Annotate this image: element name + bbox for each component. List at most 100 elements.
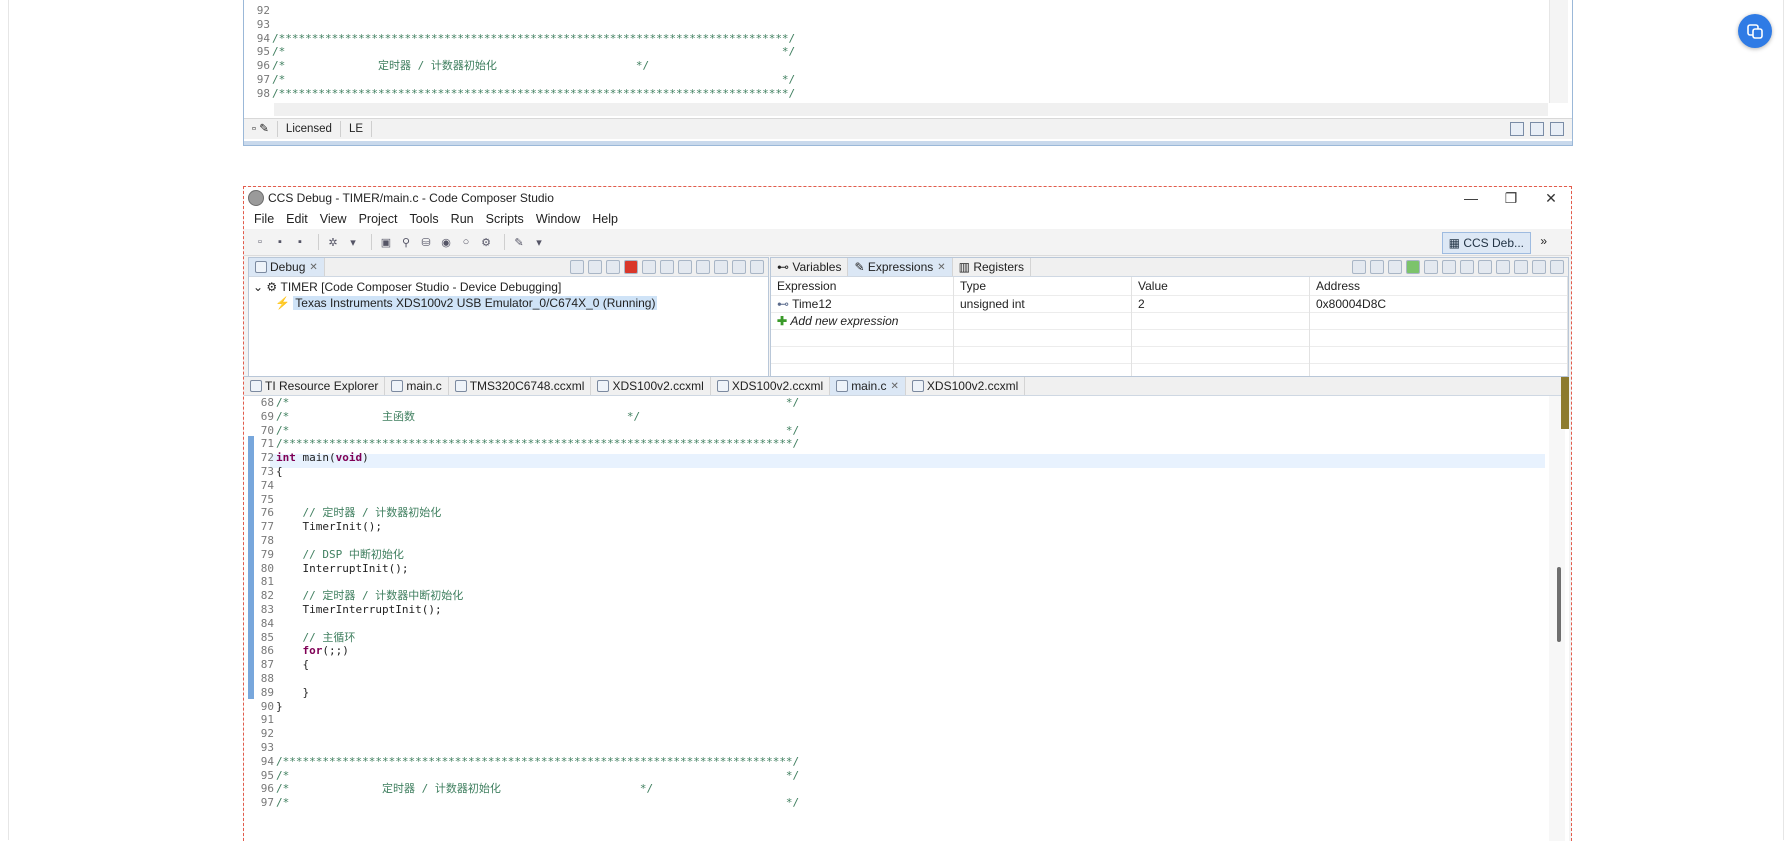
add-icon[interactable] (1406, 260, 1420, 274)
code-line[interactable]: 69/* 主函数 */ (252, 410, 799, 424)
code-line[interactable]: 75 (252, 493, 799, 507)
menu-help[interactable]: Help (586, 212, 624, 226)
code-line[interactable]: 94/*************************************… (252, 755, 799, 769)
code-line[interactable]: 85 // 主循环 (252, 631, 799, 645)
floating-translate-button[interactable] (1738, 14, 1772, 48)
minimize-button[interactable]: — (1451, 187, 1491, 209)
previous-code-area[interactable]: 92 93 94/*********************************… (248, 4, 795, 101)
breakpoint-icon[interactable]: ◉ (438, 234, 454, 250)
code-line[interactable]: 95/* */ (248, 45, 795, 59)
code-line[interactable]: 82 // 定时器 / 计数器中断初始化 (252, 589, 799, 603)
tab-expressions[interactable]: ✎ Expressions ✕ (848, 258, 953, 276)
suspend-icon[interactable] (606, 260, 620, 274)
code-line[interactable]: 97/* */ (248, 73, 795, 87)
import-icon[interactable] (1478, 260, 1492, 274)
column-address[interactable]: Address (1309, 277, 1568, 296)
code-line[interactable]: 70/* */ (252, 424, 799, 438)
column-type[interactable]: Type (953, 277, 1132, 296)
status-monitor-icon[interactable] (1530, 122, 1544, 136)
table-row-add[interactable]: ✚ Add new expression (771, 312, 1568, 330)
perspective-ccs-debug[interactable]: ▦ CCS Deb... (1441, 232, 1531, 254)
pin-icon[interactable]: ✎ (511, 234, 527, 250)
resume-icon[interactable] (588, 260, 602, 274)
tab-registers[interactable]: ▥ Registers (953, 258, 1031, 276)
tab-debug[interactable]: Debug ✕ (249, 258, 325, 276)
code-line[interactable]: 92 (252, 727, 799, 741)
refresh-icon[interactable] (1460, 260, 1474, 274)
export-icon[interactable] (1496, 260, 1510, 274)
new-icon[interactable]: ▫ (252, 234, 268, 250)
menu-scripts[interactable]: Scripts (480, 212, 530, 226)
maximize-view-icon[interactable] (750, 260, 764, 274)
code-line[interactable]: 84 (252, 617, 799, 631)
tab-main-c[interactable]: main.c (385, 377, 449, 395)
view-menu-icon[interactable] (714, 260, 728, 274)
scrollbar-thumb[interactable] (1557, 567, 1561, 642)
menu-edit[interactable]: Edit (280, 212, 314, 226)
code-line[interactable]: 89 } (252, 686, 799, 700)
code-line[interactable]: 76 // 定时器 / 计数器初始化 (252, 506, 799, 520)
collapse-icon[interactable] (1352, 260, 1366, 274)
code-line[interactable]: 77 TimerInit(); (252, 520, 799, 534)
tab-variables[interactable]: ⊷ Variables (771, 258, 849, 276)
link-icon[interactable]: ⚲ (398, 234, 414, 250)
code-line[interactable]: 88 (252, 672, 799, 686)
code-line[interactable]: 91 (252, 713, 799, 727)
code-line[interactable]: 87 { (252, 658, 799, 672)
menu-window[interactable]: Window (530, 212, 586, 226)
debug-icon[interactable]: ✲ (325, 234, 341, 250)
save-all-icon[interactable]: ▪ (292, 234, 308, 250)
menu-run[interactable]: Run (445, 212, 480, 226)
restart-icon[interactable] (696, 260, 710, 274)
menu-file[interactable]: File (248, 212, 280, 226)
save-icon[interactable]: ▪ (272, 234, 288, 250)
code-line[interactable]: 78 (252, 534, 799, 548)
column-value[interactable]: Value (1131, 277, 1310, 296)
remove-icon[interactable] (1424, 260, 1438, 274)
step-into-icon[interactable] (642, 260, 656, 274)
maximize-view-icon[interactable] (1550, 260, 1564, 274)
code-line[interactable]: 73{ (252, 465, 799, 479)
menu-project[interactable]: Project (353, 212, 404, 226)
code-line[interactable]: 74 (252, 479, 799, 493)
dropdown-icon[interactable]: ▾ (531, 234, 547, 250)
dropdown-icon[interactable]: ▾ (345, 234, 361, 250)
close-button[interactable]: ✕ (1531, 187, 1571, 209)
code-line[interactable]: 92 (248, 4, 795, 18)
disable-breakpoint-icon[interactable]: ○ (458, 234, 474, 250)
remove-all-icon[interactable] (1442, 260, 1456, 274)
tab-ti-resource-explorer[interactable]: TI Resource Explorer (244, 377, 386, 395)
chevron-down-icon[interactable]: ⌄ (253, 280, 266, 294)
value-cell[interactable]: 2 (1131, 295, 1310, 313)
remove-terminated-icon[interactable] (570, 260, 584, 274)
code-line[interactable]: 68/* */ (252, 396, 799, 410)
tree-item-timer[interactable]: ⌄ ⚙ TIMER [Code Composer Studio - Device… (253, 279, 764, 295)
code-line[interactable]: 83 TimerInterruptInit(); (252, 603, 799, 617)
layout-icon[interactable] (1388, 260, 1402, 274)
code-line[interactable]: 71/*************************************… (252, 437, 799, 451)
step-over-icon[interactable] (660, 260, 674, 274)
code-line[interactable]: 86 for(;;) (252, 644, 799, 658)
column-expression[interactable]: Expression (771, 277, 954, 296)
connect-icon[interactable]: ▣ (378, 234, 394, 250)
code-line[interactable]: 94/*************************************… (248, 32, 795, 46)
memory-icon[interactable]: ⛁ (418, 234, 434, 250)
tree-item-emulator[interactable]: ⚡ Texas Instruments XDS100v2 USB Emulato… (253, 295, 764, 311)
code-line[interactable]: 95/* */ (252, 769, 799, 783)
close-icon[interactable]: ✕ (937, 262, 945, 273)
code-line[interactable]: 81 (252, 575, 799, 589)
tab-main-c-active[interactable]: main.c ✕ (830, 377, 906, 395)
perspective-more[interactable]: » (1540, 234, 1547, 248)
tab-xds100v2-ccxml[interactable]: XDS100v2.ccxml (906, 377, 1026, 395)
link-icon[interactable] (1370, 260, 1384, 274)
terminate-icon[interactable] (624, 260, 638, 274)
minimize-view-icon[interactable] (732, 260, 746, 274)
tool-icon[interactable]: ⚙ (478, 234, 494, 250)
status-hash-icon[interactable] (1510, 122, 1524, 136)
minimize-view-icon[interactable] (1532, 260, 1546, 274)
code-line[interactable]: 96/* 定时器 / 计数器初始化 */ (248, 59, 795, 73)
close-icon[interactable]: ✕ (891, 381, 899, 392)
expression-cell[interactable]: ⊷ Time12 (771, 295, 954, 313)
code-line[interactable]: 72 int main(void) (252, 451, 799, 465)
code-line[interactable]: 98/*************************************… (248, 87, 795, 101)
